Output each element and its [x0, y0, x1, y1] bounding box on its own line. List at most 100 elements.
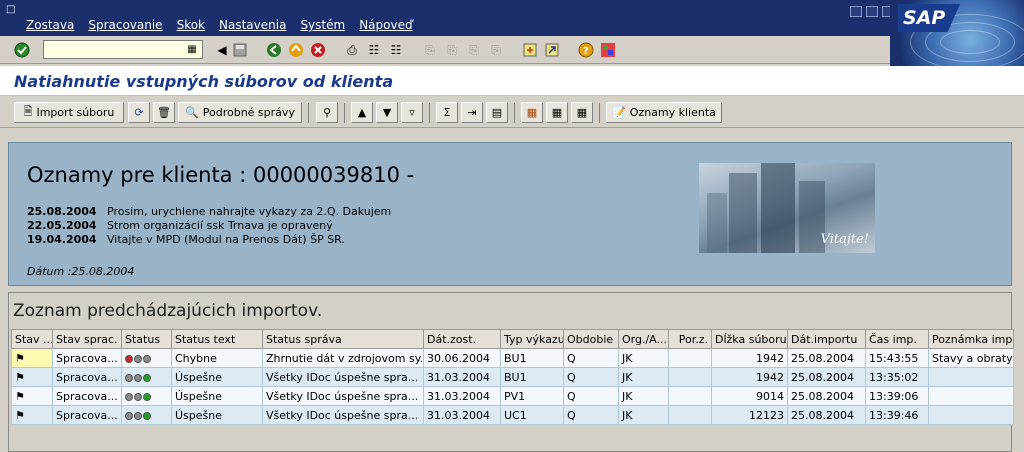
import-date-cell[interactable]: 25.08.2004 [787, 348, 866, 368]
choose-layout-button[interactable]: ▦ [546, 102, 568, 123]
system-menu-icon[interactable]: □ [6, 4, 15, 15]
find-next-icon[interactable]: ☷ [386, 40, 406, 60]
report-date-cell[interactable]: 31.03.2004 [423, 386, 501, 406]
import-note-cell[interactable] [928, 367, 1014, 387]
column-header[interactable]: Status text [171, 329, 263, 349]
file-length-cell[interactable]: 12123 [711, 405, 788, 425]
status-flag-cell[interactable]: ⚑ [11, 348, 53, 368]
detailed-messages-button[interactable]: 🔍 Podrobné správy [178, 102, 302, 123]
processing-status-cell[interactable]: Spracova... [52, 367, 122, 387]
table-row[interactable]: ⚑ Spracova... Úspešne Všetky IDoc úspešn… [11, 367, 1014, 387]
processing-status-cell[interactable]: Spracova... [52, 405, 122, 425]
report-date-cell[interactable]: 30.06.2004 [423, 348, 501, 368]
import-date-cell[interactable]: 25.08.2004 [787, 386, 866, 406]
delete-button[interactable]: 🗑 [153, 102, 175, 123]
back-arrow-small-icon[interactable]: ◀ [212, 40, 232, 60]
next-page-icon[interactable]: ⎘ [464, 40, 484, 60]
sort-descending-button[interactable]: ▼ [376, 102, 398, 123]
details-button[interactable]: ⚲ [316, 102, 338, 123]
report-date-cell[interactable]: 31.03.2004 [423, 405, 501, 425]
refresh-button[interactable]: ⟳ [128, 102, 150, 123]
org-cell[interactable]: JK [618, 386, 669, 406]
import-note-cell[interactable] [928, 405, 1014, 425]
org-cell[interactable]: JK [618, 367, 669, 387]
column-header[interactable]: Stav ... [11, 329, 53, 349]
import-date-cell[interactable]: 25.08.2004 [787, 367, 866, 387]
table-row[interactable]: ⚑ Spracova... Chybne Zhrnutie dát v zdro… [11, 348, 1014, 368]
status-flag-cell[interactable]: ⚑ [11, 405, 53, 425]
processing-status-cell[interactable]: Spracova... [52, 386, 122, 406]
new-session-icon[interactable] [520, 40, 540, 60]
processing-status-cell[interactable]: Spracova... [52, 348, 122, 368]
status-message-cell[interactable]: Všetky IDoc úspešne spra... [262, 405, 424, 425]
maximize-button[interactable] [866, 6, 878, 17]
import-time-cell[interactable]: 13:39:06 [865, 386, 929, 406]
column-header[interactable]: Čas imp. [865, 329, 929, 349]
column-header[interactable]: Poznámka imp [928, 329, 1014, 349]
status-message-cell[interactable]: Všetky IDoc úspešne spra... [262, 367, 424, 387]
menu-zostava[interactable]: Zostava [26, 18, 74, 32]
save-icon[interactable] [230, 40, 250, 60]
last-page-icon[interactable]: ⎘ [486, 40, 506, 60]
file-length-cell[interactable]: 9014 [711, 386, 788, 406]
status-lights-cell[interactable] [121, 367, 172, 387]
print-preview-button[interactable]: ▤ [486, 102, 508, 123]
status-text-cell[interactable]: Úspešne [171, 405, 263, 425]
exit-icon[interactable] [286, 40, 306, 60]
sequence-cell[interactable] [668, 367, 712, 387]
command-field[interactable] [43, 40, 203, 59]
org-cell[interactable]: JK [618, 405, 669, 425]
filter-button[interactable]: ▿ [401, 102, 423, 123]
previous-page-icon[interactable]: ⎘ [442, 40, 462, 60]
import-time-cell[interactable]: 13:35:02 [865, 367, 929, 387]
shortcut-icon[interactable] [542, 40, 562, 60]
column-header[interactable]: Dát.zost. [423, 329, 501, 349]
report-type-cell[interactable]: BU1 [500, 348, 564, 368]
sequence-cell[interactable] [668, 386, 712, 406]
status-lights-cell[interactable] [121, 386, 172, 406]
period-cell[interactable]: Q [563, 405, 619, 425]
column-header[interactable]: Dát.importu [787, 329, 866, 349]
table-row[interactable]: ⚑ Spracova... Úspešne Všetky IDoc úspešn… [11, 405, 1014, 425]
client-notices-button[interactable]: 📝 Oznamy klienta [606, 102, 722, 123]
import-file-button[interactable]: 🗎 Import súboru [14, 102, 124, 123]
import-note-cell[interactable]: Stavy a obraty n [928, 348, 1014, 368]
report-type-cell[interactable]: BU1 [500, 367, 564, 387]
print-icon[interactable]: ⎙ [342, 40, 362, 60]
back-icon[interactable] [264, 40, 284, 60]
menu-system[interactable]: Systém [300, 18, 345, 32]
column-header[interactable]: Dĺžka súboru [711, 329, 788, 349]
file-length-cell[interactable]: 1942 [711, 367, 788, 387]
status-lights-cell[interactable] [121, 348, 172, 368]
layout-menu-icon[interactable] [598, 40, 618, 60]
period-cell[interactable]: Q [563, 348, 619, 368]
column-header[interactable]: Stav sprac. [52, 329, 122, 349]
import-time-cell[interactable]: 13:39:46 [865, 405, 929, 425]
first-page-icon[interactable]: ⎘ [420, 40, 440, 60]
change-layout-button[interactable]: ▦ [521, 102, 543, 123]
help-icon[interactable]: ? [576, 40, 596, 60]
period-cell[interactable]: Q [563, 367, 619, 387]
find-icon[interactable]: ☷ [364, 40, 384, 60]
column-header[interactable]: Status [121, 329, 172, 349]
menu-nastavenia[interactable]: Nastavenia [219, 18, 286, 32]
status-text-cell[interactable]: Chybne [171, 348, 263, 368]
report-type-cell[interactable]: UC1 [500, 405, 564, 425]
sum-button[interactable]: Σ [436, 102, 458, 123]
status-lights-cell[interactable] [121, 405, 172, 425]
sort-ascending-button[interactable]: ▲ [351, 102, 373, 123]
org-cell[interactable]: JK [618, 348, 669, 368]
report-date-cell[interactable]: 31.03.2004 [423, 367, 501, 387]
status-flag-cell[interactable]: ⚑ [11, 386, 53, 406]
command-history-icon[interactable]: ▦ [184, 41, 200, 58]
minimize-button[interactable] [850, 6, 862, 17]
period-cell[interactable]: Q [563, 386, 619, 406]
column-header[interactable]: Typ výkazu [500, 329, 564, 349]
save-layout-button[interactable]: ▦ [571, 102, 593, 123]
column-header[interactable]: Status správa [262, 329, 424, 349]
column-header[interactable]: Org./A... [618, 329, 669, 349]
import-note-cell[interactable] [928, 386, 1014, 406]
status-flag-cell[interactable]: ⚑ [11, 367, 53, 387]
sequence-cell[interactable] [668, 348, 712, 368]
report-type-cell[interactable]: PV1 [500, 386, 564, 406]
